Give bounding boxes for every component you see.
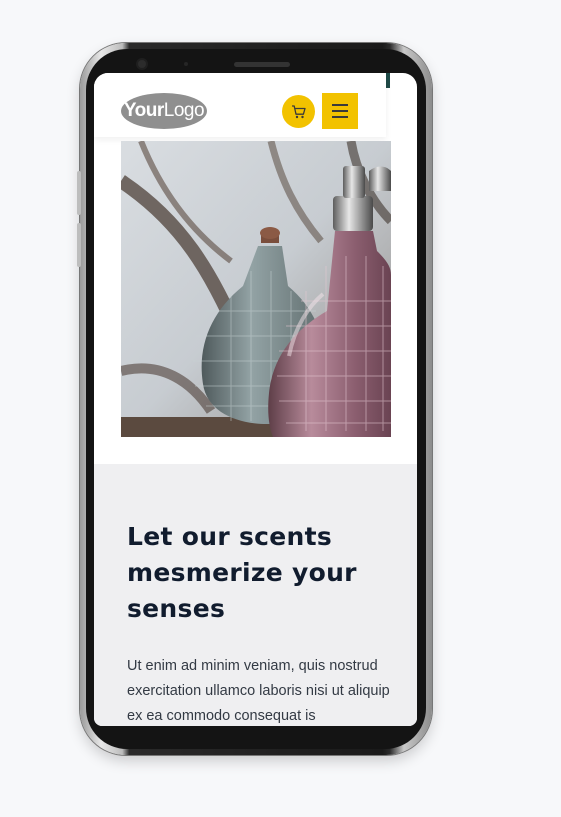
scroll-indicator[interactable]	[386, 73, 390, 88]
volume-up-button	[77, 171, 81, 215]
cart-button[interactable]	[282, 95, 315, 128]
phone-screen: Your Logo Let our scents mesmerize your …	[94, 73, 417, 726]
site-header: Your Logo	[94, 73, 386, 137]
cart-icon	[291, 104, 306, 118]
section-headline: Let our scents mesmerize your senses	[127, 522, 357, 623]
hamburger-menu-icon[interactable]	[322, 93, 358, 129]
section-body-text: Ut enim ad minim veniam, quis nostrud ex…	[127, 658, 390, 724]
volume-down-button	[77, 223, 81, 267]
perfume-bottles-photo	[121, 141, 391, 437]
earpiece-speaker	[234, 62, 290, 67]
logo-text-bold: Your	[123, 100, 164, 121]
logo-text-light: Logo	[163, 100, 205, 121]
site-logo[interactable]: Your Logo	[121, 93, 207, 129]
front-camera-icon	[138, 60, 146, 68]
intro-section: Let our scents mesmerize your senses Ut …	[94, 464, 417, 726]
hero-image	[121, 141, 391, 437]
sensor-icon	[184, 62, 188, 66]
